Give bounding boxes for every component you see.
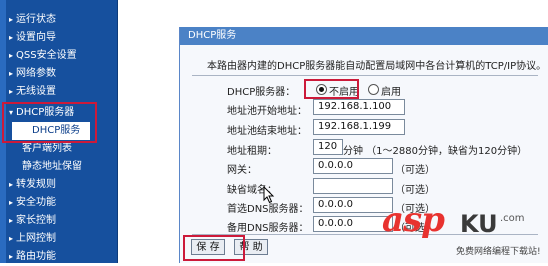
chevron-right-icon: ▸ [8, 234, 13, 243]
chevron-right-icon: ▸ [8, 87, 13, 96]
sidebar-item-label: 运行状态 [16, 14, 56, 25]
secondary-dns-label: 备用DNS服务器： [227, 223, 309, 234]
chevron-right-icon: ▸ [8, 198, 13, 207]
watermark-logo-com: .com [500, 213, 525, 224]
end-address-input[interactable]: 192.168.1.199 [313, 119, 405, 135]
end-address-label: 地址池结束地址： [227, 126, 307, 137]
sidebar-item-label: 路由功能 [16, 251, 56, 262]
highlight-box-disable-radio [304, 79, 359, 99]
sidebar-item-static-reservation[interactable]: 静态地址保留 [22, 158, 82, 176]
sidebar-item-access-control[interactable]: ▸ 上网控制 [6, 230, 56, 248]
highlight-box-dhcp-menu [2, 102, 97, 143]
chevron-right-icon: ▸ [8, 252, 13, 261]
chevron-right-icon: ▸ [8, 51, 13, 60]
start-address-label: 地址池开始地址： [227, 106, 307, 117]
sidebar-item-wireless[interactable]: ▸ 无线设置 [6, 83, 56, 101]
sidebar-item-security[interactable]: ▸ 安全功能 [6, 194, 56, 212]
radio-enable[interactable] [368, 84, 379, 95]
sidebar-item-routing[interactable]: ▸ 路由功能 [6, 248, 56, 266]
domain-optional-hint: （可选） [395, 185, 435, 196]
sidebar-item-label: 静态地址保留 [22, 161, 82, 172]
watermark-logo-ku: KU [460, 210, 498, 238]
primary-dns-input[interactable]: 0.0.0.0 [313, 197, 393, 213]
radio-enable-label: 启用 [381, 87, 401, 98]
sidebar-item-label: 安全功能 [16, 197, 56, 208]
sidebar-item-label: 上网控制 [16, 233, 56, 244]
sidebar-item-setup-wizard[interactable]: ▸ 设置向导 [6, 29, 56, 47]
sidebar-item-label: QSS安全设置 [16, 50, 77, 61]
secondary-dns-input[interactable]: 0.0.0.0 [313, 216, 393, 232]
sidebar-item-label: 转发规则 [16, 179, 56, 190]
sidebar-item-label: 家长控制 [16, 215, 56, 226]
sidebar-item-running-status[interactable]: ▸ 运行状态 [6, 11, 56, 29]
panel-description: 本路由器内建的DHCP服务器能自动配置局域网中各台计算机的TCP/IP协议。 [207, 61, 547, 72]
sidebar-item-label: 客户端列表 [22, 143, 72, 154]
mouse-cursor-icon [263, 186, 275, 204]
dhcp-server-label: DHCP服务器： [227, 87, 296, 98]
gateway-optional-hint: （可选） [395, 165, 435, 176]
highlight-box-save-button [183, 235, 245, 261]
divider [192, 75, 538, 76]
lease-time-hint: 分钟 （1～2880分钟，缺省为120分钟） [343, 146, 528, 157]
sidebar-item-parental[interactable]: ▸ 家长控制 [6, 212, 56, 230]
sidebar-item-qss[interactable]: ▸ QSS安全设置 [6, 47, 77, 65]
lease-time-input[interactable]: 120 [313, 139, 343, 155]
gateway-input[interactable]: 0.0.0.0 [313, 158, 393, 174]
chevron-right-icon: ▸ [8, 180, 13, 189]
domain-name-input[interactable] [313, 178, 393, 194]
gateway-label: 网关： [227, 165, 257, 176]
watermark-tagline: 免费网络编程下载站! [456, 247, 541, 257]
chevron-right-icon: ▸ [8, 33, 13, 42]
chevron-right-icon: ▸ [8, 69, 13, 78]
sidebar-item-label: 无线设置 [16, 86, 56, 97]
sidebar-item-forwarding[interactable]: ▸ 转发规则 [6, 176, 56, 194]
sidebar-item-label: 网络参数 [16, 68, 56, 79]
chevron-right-icon: ▸ [8, 216, 13, 225]
start-address-input[interactable]: 192.168.1.100 [313, 99, 405, 115]
sidebar-item-network[interactable]: ▸ 网络参数 [6, 65, 56, 83]
watermark-logo-asp: asp [382, 200, 445, 240]
sidebar-item-label: 设置向导 [16, 32, 56, 43]
panel-title: DHCP服务 [180, 27, 548, 45]
chevron-right-icon: ▸ [8, 15, 13, 24]
lease-time-label: 地址租期： [227, 146, 277, 157]
